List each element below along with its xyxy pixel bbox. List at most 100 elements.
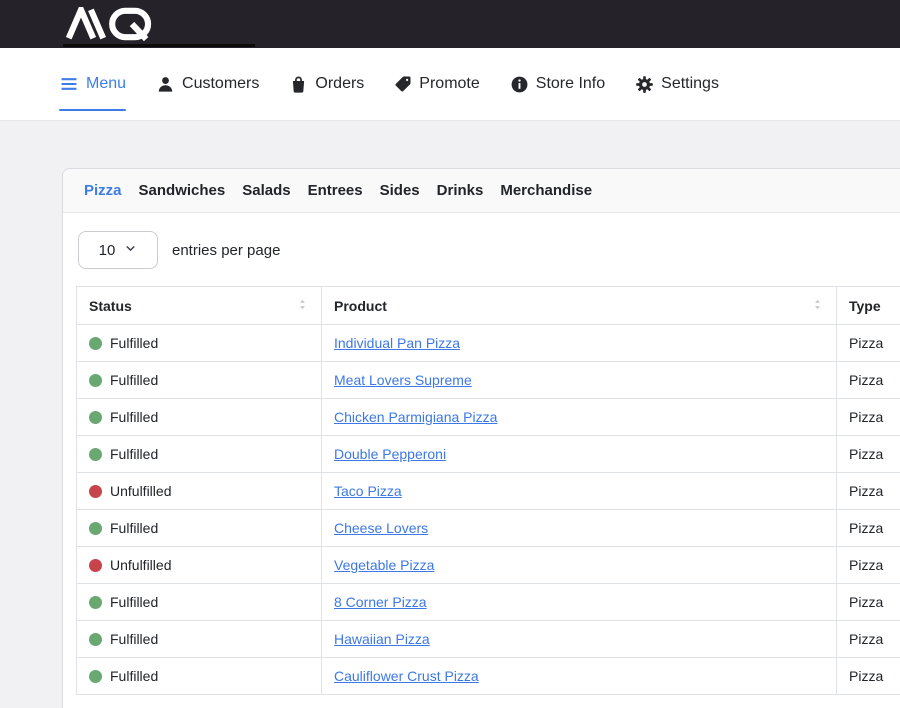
product-cell: Vegetable Pizza bbox=[322, 547, 837, 584]
tab-salads[interactable]: Salads bbox=[242, 182, 290, 199]
column-label: Type bbox=[849, 298, 881, 314]
product-link[interactable]: Hawaiian Pizza bbox=[334, 631, 430, 647]
product-link[interactable]: Cheese Lovers bbox=[334, 520, 428, 536]
column-header-status[interactable]: Status bbox=[77, 287, 322, 325]
tab-entrees[interactable]: Entrees bbox=[308, 182, 363, 199]
nav-item-promote[interactable]: Promote bbox=[394, 48, 479, 120]
type-cell: Pizza bbox=[837, 510, 900, 547]
sort-arrows-icon[interactable] bbox=[296, 298, 309, 314]
status-dot-icon bbox=[89, 670, 102, 683]
status-label: Unfulfilled bbox=[110, 483, 171, 499]
type-cell: Pizza bbox=[837, 325, 900, 362]
status-cell: Fulfilled bbox=[77, 399, 322, 436]
table-row: Fulfilled Individual Pan Pizza Pizza bbox=[77, 325, 900, 362]
type-label: Pizza bbox=[849, 557, 883, 573]
product-link[interactable]: 8 Corner Pizza bbox=[334, 594, 427, 610]
type-label: Pizza bbox=[849, 520, 883, 536]
status-label: Fulfilled bbox=[110, 409, 158, 425]
nav-item-settings[interactable]: Settings bbox=[635, 48, 719, 120]
product-cell: 8 Corner Pizza bbox=[322, 584, 837, 621]
product-link[interactable]: Vegetable Pizza bbox=[334, 557, 434, 573]
status-cell: Fulfilled bbox=[77, 436, 322, 473]
tab-sandwiches[interactable]: Sandwiches bbox=[139, 182, 226, 199]
status-cell: Fulfilled bbox=[77, 658, 322, 695]
type-label: Pizza bbox=[849, 372, 883, 388]
status-cell: Fulfilled bbox=[77, 325, 322, 362]
product-link[interactable]: Cauliflower Crust Pizza bbox=[334, 668, 479, 684]
product-cell: Cauliflower Crust Pizza bbox=[322, 658, 837, 695]
status-label: Fulfilled bbox=[110, 594, 158, 610]
table-row: Unfulfilled Taco Pizza Pizza bbox=[77, 473, 900, 510]
entries-per-page-label: entries per page bbox=[172, 242, 280, 259]
entries-per-page-select[interactable]: 10 bbox=[78, 231, 158, 269]
status-dot-icon bbox=[89, 559, 102, 572]
table-row: Unfulfilled Vegetable Pizza Pizza bbox=[77, 547, 900, 584]
main-nav: Menu Customers Orders Promote Store Info… bbox=[0, 48, 900, 121]
product-link[interactable]: Chicken Parmigiana Pizza bbox=[334, 409, 497, 425]
status-dot-icon bbox=[89, 448, 102, 461]
product-cell: Hawaiian Pizza bbox=[322, 621, 837, 658]
table-row: Fulfilled Cauliflower Crust Pizza Pizza bbox=[77, 658, 900, 695]
nav-item-label: Customers bbox=[182, 75, 259, 93]
table-row: Fulfilled Chicken Parmigiana Pizza Pizza bbox=[77, 399, 900, 436]
chevron-down-icon bbox=[124, 242, 137, 259]
nav-item-store-info[interactable]: Store Info bbox=[510, 48, 605, 120]
product-cell: Individual Pan Pizza bbox=[322, 325, 837, 362]
product-cell: Taco Pizza bbox=[322, 473, 837, 510]
type-cell: Pizza bbox=[837, 584, 900, 621]
nav-item-menu[interactable]: Menu bbox=[59, 48, 126, 120]
nav-item-customers[interactable]: Customers bbox=[156, 48, 259, 120]
table-row: Fulfilled Hawaiian Pizza Pizza bbox=[77, 621, 900, 658]
status-dot-icon bbox=[89, 374, 102, 387]
active-tab-underline bbox=[59, 109, 126, 111]
tab-pizza[interactable]: Pizza bbox=[84, 182, 122, 199]
column-header-product[interactable]: Product bbox=[322, 287, 837, 325]
status-cell: Fulfilled bbox=[77, 362, 322, 399]
tab-sides[interactable]: Sides bbox=[380, 182, 420, 199]
status-label: Fulfilled bbox=[110, 668, 158, 684]
type-label: Pizza bbox=[849, 483, 883, 499]
product-cell: Double Pepperoni bbox=[322, 436, 837, 473]
category-tabs: Pizza Sandwiches Salads Entrees Sides Dr… bbox=[63, 169, 900, 213]
product-link[interactable]: Taco Pizza bbox=[334, 483, 402, 499]
table-head: StatusProduct Type bbox=[77, 287, 900, 325]
table-row: Fulfilled 8 Corner Pizza Pizza bbox=[77, 584, 900, 621]
column-header-type[interactable]: Type bbox=[837, 287, 900, 325]
menu-card: Pizza Sandwiches Salads Entrees Sides Dr… bbox=[62, 168, 900, 708]
nav-item-label: Settings bbox=[661, 75, 719, 93]
type-cell: Pizza bbox=[837, 399, 900, 436]
status-dot-icon bbox=[89, 633, 102, 646]
status-dot-icon bbox=[89, 337, 102, 350]
nav-item-label: Menu bbox=[86, 75, 126, 93]
status-label: Fulfilled bbox=[110, 631, 158, 647]
status-label: Fulfilled bbox=[110, 372, 158, 388]
type-label: Pizza bbox=[849, 409, 883, 425]
tab-merchandise[interactable]: Merchandise bbox=[500, 182, 592, 199]
status-cell: Fulfilled bbox=[77, 510, 322, 547]
sort-arrows-icon[interactable] bbox=[811, 298, 824, 314]
tag-icon bbox=[394, 75, 412, 93]
bag-icon bbox=[289, 75, 308, 94]
type-label: Pizza bbox=[849, 631, 883, 647]
status-label: Unfulfilled bbox=[110, 557, 171, 573]
type-label: Pizza bbox=[849, 668, 883, 684]
product-link[interactable]: Meat Lovers Supreme bbox=[334, 372, 472, 388]
type-cell: Pizza bbox=[837, 621, 900, 658]
type-cell: Pizza bbox=[837, 362, 900, 399]
gear-icon bbox=[635, 75, 654, 94]
product-cell: Cheese Lovers bbox=[322, 510, 837, 547]
status-cell: Fulfilled bbox=[77, 621, 322, 658]
tab-drinks[interactable]: Drinks bbox=[437, 182, 484, 199]
type-label: Pizza bbox=[849, 446, 883, 462]
nav-item-label: Promote bbox=[419, 75, 479, 93]
status-dot-icon bbox=[89, 596, 102, 609]
product-cell: Chicken Parmigiana Pizza bbox=[322, 399, 837, 436]
type-label: Pizza bbox=[849, 335, 883, 351]
product-link[interactable]: Double Pepperoni bbox=[334, 446, 446, 462]
entries-per-page-value: 10 bbox=[99, 242, 116, 259]
product-link[interactable]: Individual Pan Pizza bbox=[334, 335, 460, 351]
type-cell: Pizza bbox=[837, 473, 900, 510]
type-cell: Pizza bbox=[837, 436, 900, 473]
nav-item-orders[interactable]: Orders bbox=[289, 48, 364, 120]
table-row: Fulfilled Meat Lovers Supreme Pizza bbox=[77, 362, 900, 399]
